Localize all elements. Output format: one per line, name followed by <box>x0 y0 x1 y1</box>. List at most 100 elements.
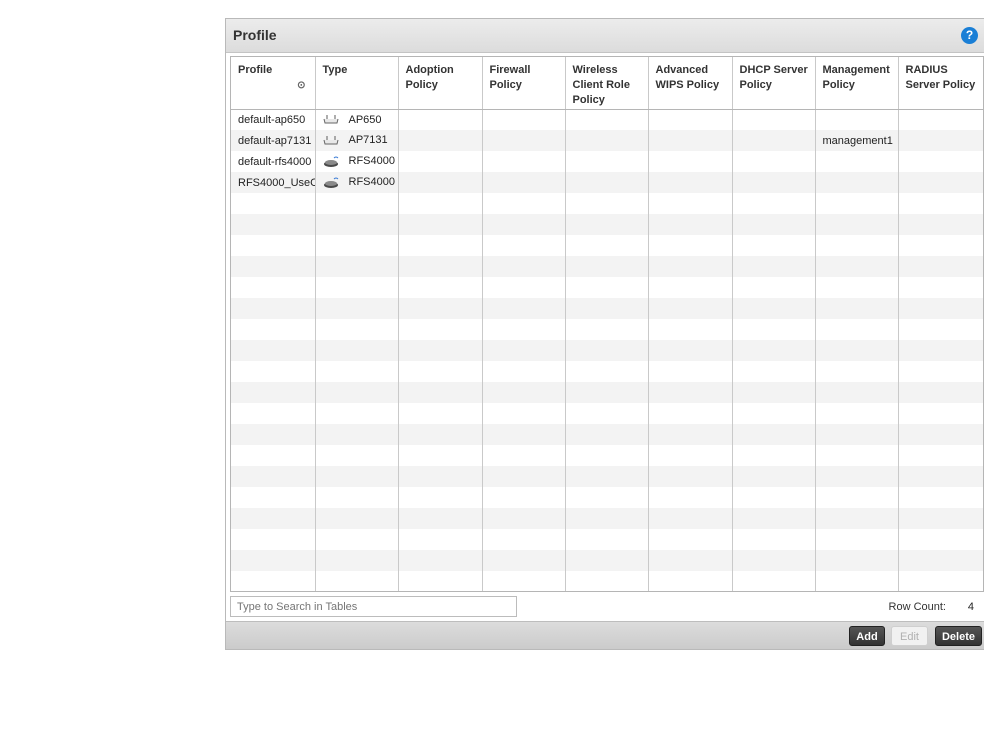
table-row[interactable] <box>231 382 983 403</box>
management-policy-cell <box>815 172 899 193</box>
table-cell <box>315 403 399 424</box>
table-cell <box>482 382 566 403</box>
column-header-management-policy[interactable]: Management Policy <box>815 57 899 110</box>
table-cell <box>398 487 483 508</box>
table-cell <box>231 445 316 466</box>
table-cell <box>898 508 983 529</box>
table-row[interactable] <box>231 529 983 550</box>
table-row[interactable] <box>231 571 983 591</box>
table-cell <box>732 445 816 466</box>
table-cell <box>398 361 483 382</box>
table-row[interactable] <box>231 445 983 466</box>
table-row[interactable] <box>231 466 983 487</box>
table-cell <box>565 277 649 298</box>
table-cell <box>648 319 733 340</box>
table-row[interactable] <box>231 550 983 571</box>
table-row[interactable] <box>231 319 983 340</box>
table-row[interactable] <box>231 361 983 382</box>
table-row[interactable] <box>231 487 983 508</box>
table-cell <box>732 256 816 277</box>
table-cell <box>732 109 816 130</box>
table-cell <box>398 445 483 466</box>
table-cell <box>482 361 566 382</box>
table-cell <box>815 298 899 319</box>
edit-button[interactable]: Edit <box>891 626 928 646</box>
column-header-firewall-policy[interactable]: Firewall Policy <box>482 57 566 110</box>
table-cell <box>482 466 566 487</box>
table-cell <box>398 298 483 319</box>
table-cell <box>231 340 316 361</box>
add-button[interactable]: Add <box>849 626 885 646</box>
table-row[interactable] <box>231 256 983 277</box>
table-cell <box>482 256 566 277</box>
table-row[interactable] <box>231 214 983 235</box>
table-cell <box>648 277 733 298</box>
table-cell <box>398 277 483 298</box>
column-header-radius-server-policy[interactable]: RADIUS Server Policy <box>898 57 983 110</box>
search-input[interactable] <box>230 596 517 617</box>
table-cell <box>732 193 816 214</box>
column-header-dhcp-server-policy[interactable]: DHCP Server Policy <box>732 57 816 110</box>
table-row[interactable]: default-ap7131 AP7131 management1 <box>231 130 983 151</box>
table-row[interactable] <box>231 235 983 256</box>
device-type-label: RFS4000 <box>348 155 395 168</box>
table-cell <box>732 214 816 235</box>
table-cell <box>815 193 899 214</box>
sort-ascending-icon[interactable]: ⊙ <box>238 78 305 93</box>
table-row[interactable]: default-ap650 AP650 <box>231 109 983 130</box>
column-header-adoption-policy[interactable]: Adoption Policy <box>398 57 483 110</box>
device-type-label: RFS4000 <box>348 176 395 189</box>
table-cell <box>898 151 983 172</box>
table-cell <box>482 193 566 214</box>
table-row[interactable] <box>231 403 983 424</box>
table-cell <box>648 109 733 130</box>
table-cell <box>315 550 399 571</box>
table-cell <box>231 214 316 235</box>
table-cell <box>732 508 816 529</box>
column-header-wireless-client-role-policy[interactable]: Wireless Client Role Policy <box>565 57 649 110</box>
table-row[interactable] <box>231 193 983 214</box>
table-cell <box>398 403 483 424</box>
delete-button[interactable]: Delete <box>935 626 982 646</box>
column-header-advanced-wips-policy[interactable]: Advanced WIPS Policy <box>648 57 733 110</box>
table-cell <box>398 235 483 256</box>
table-row[interactable] <box>231 277 983 298</box>
profile-panel: Profile ? Profile ⊙ Type Adoption Policy… <box>225 18 984 650</box>
table-cell <box>231 298 316 319</box>
table-cell <box>732 235 816 256</box>
table-cell <box>315 487 399 508</box>
table-cell <box>398 214 483 235</box>
table-cell <box>398 193 483 214</box>
table-cell <box>898 571 983 591</box>
table-cell <box>315 256 399 277</box>
table-cell <box>231 508 316 529</box>
table-cell <box>732 151 816 172</box>
table-cell <box>482 277 566 298</box>
table-row[interactable] <box>231 340 983 361</box>
table-cell <box>398 382 483 403</box>
column-header-profile[interactable]: Profile ⊙ <box>231 57 316 110</box>
table-cell <box>732 466 816 487</box>
table-row[interactable]: RFS4000_UseCa RFS4000 <box>231 172 983 193</box>
table-cell <box>815 277 899 298</box>
table-row[interactable]: default-rfs4000 RFS4000 <box>231 151 983 172</box>
table-cell <box>815 340 899 361</box>
table-cell <box>898 130 983 151</box>
table-row[interactable] <box>231 508 983 529</box>
table-cell <box>648 361 733 382</box>
table-cell <box>732 298 816 319</box>
management-policy-cell <box>815 109 899 130</box>
table-cell <box>398 550 483 571</box>
table-cell <box>898 256 983 277</box>
table-cell <box>565 340 649 361</box>
table-cell <box>565 445 649 466</box>
column-header-type[interactable]: Type <box>315 57 399 110</box>
table-row[interactable] <box>231 424 983 445</box>
help-icon[interactable]: ? <box>961 27 978 44</box>
table-cell <box>898 319 983 340</box>
table-cell <box>565 172 649 193</box>
table-cell <box>565 151 649 172</box>
table-cell <box>482 340 566 361</box>
panel-footer: Add Edit Delete <box>226 621 984 649</box>
table-row[interactable] <box>231 298 983 319</box>
